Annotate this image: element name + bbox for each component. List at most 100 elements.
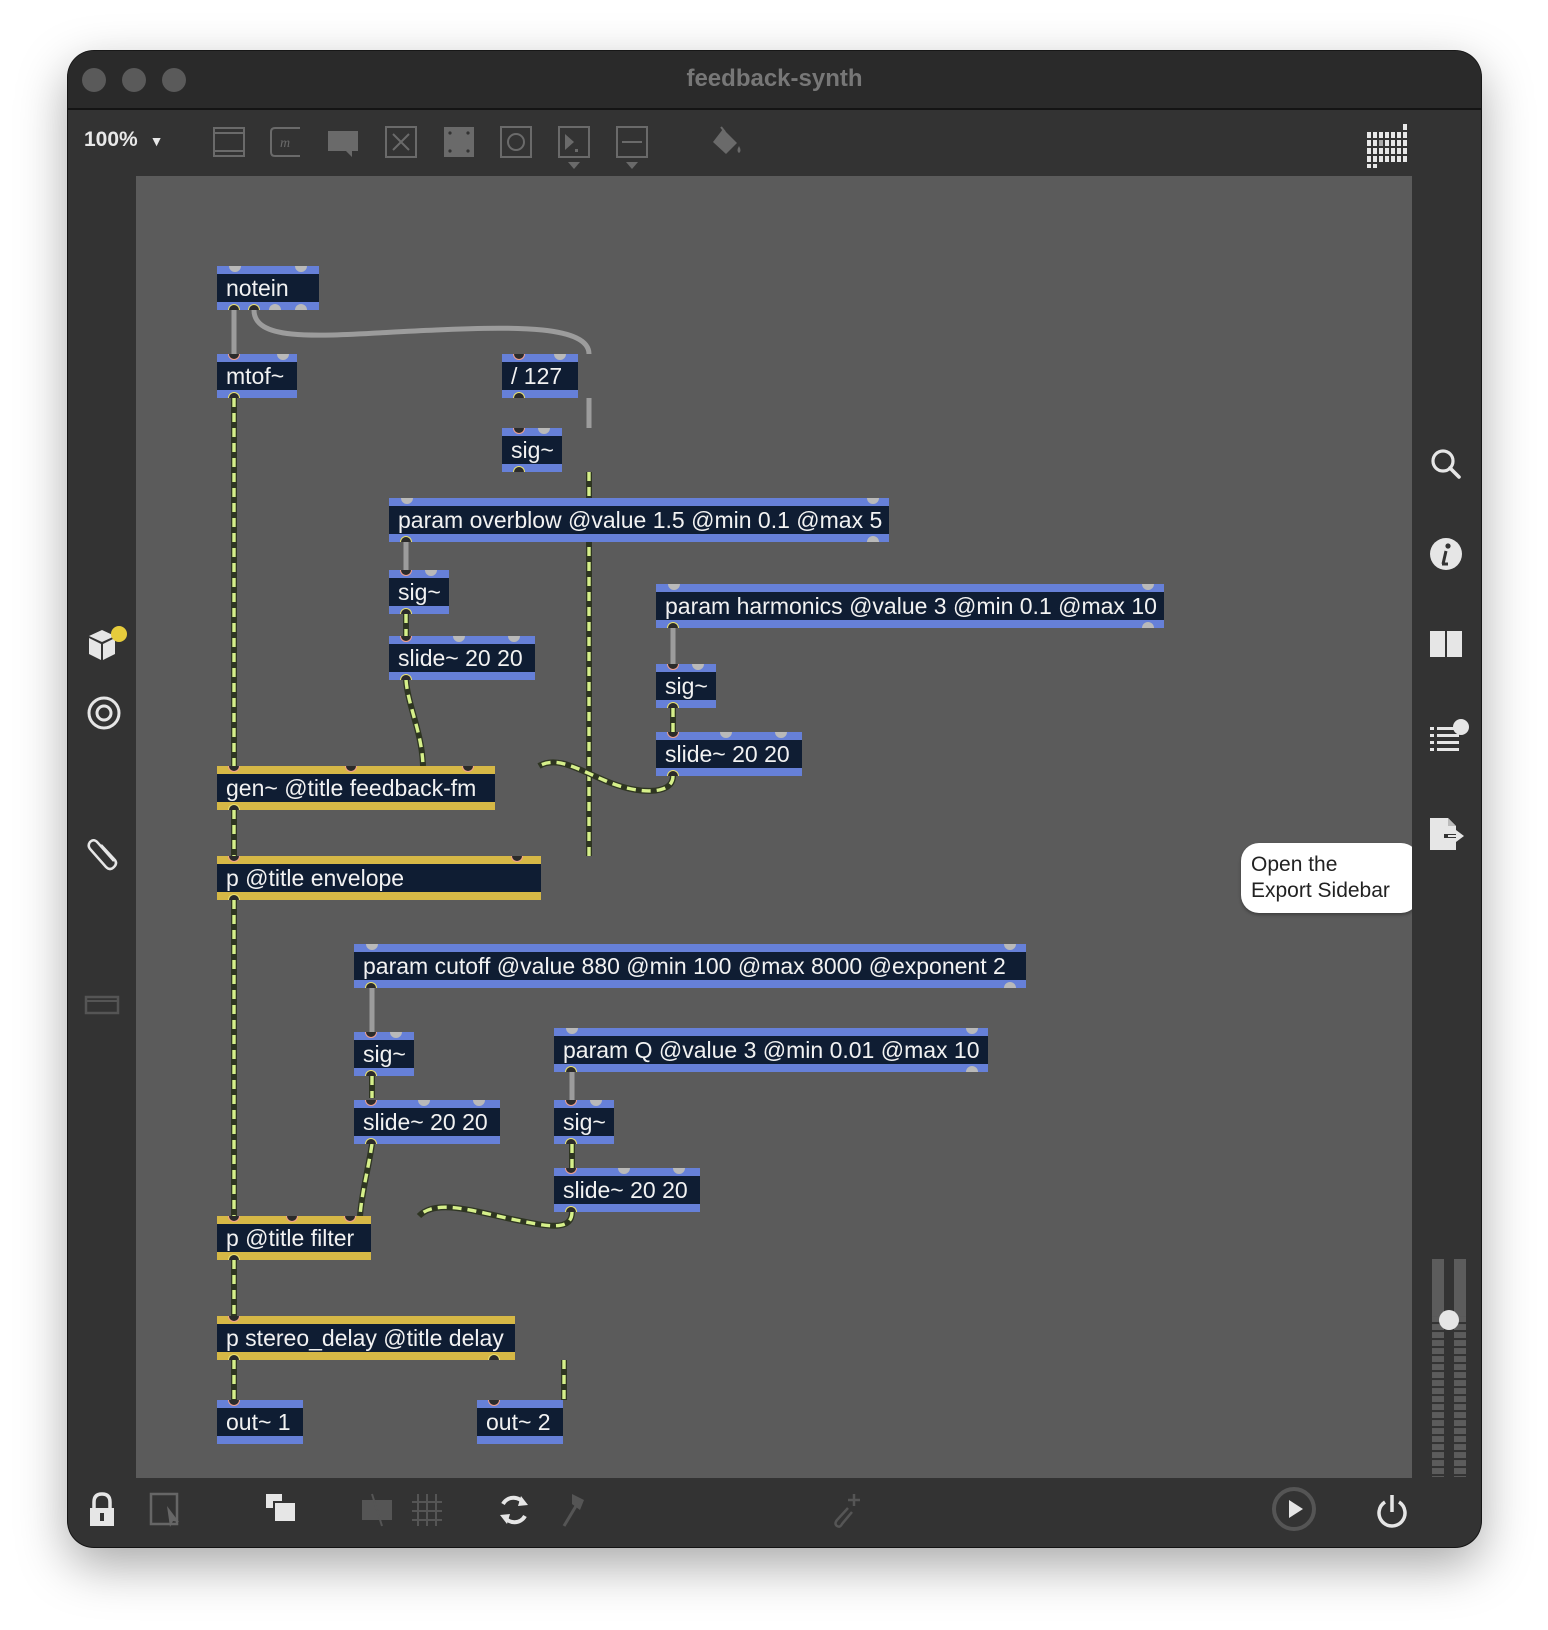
object-p-envelope[interactable]: p @title envelope [217,856,541,900]
meter-segment [1454,1404,1466,1411]
meter-segment [1432,1356,1444,1363]
comment-icon[interactable] [326,125,360,159]
search-icon[interactable] [1428,446,1464,487]
meter-segment [1432,1380,1444,1387]
notification-badge [111,626,127,642]
object-gen-feedback-fm[interactable]: gen~ @title feedback-fm [217,766,495,810]
object-sig-3[interactable]: sig~ [656,664,716,708]
meter-segment [1432,1404,1444,1411]
object-slide-4[interactable]: slide~ 20 20 [554,1168,700,1212]
meter-segment [1432,1364,1444,1371]
gain-slider-thumb [1439,1310,1459,1331]
object-param-cutoff[interactable]: param cutoff @value 880 @min 100 @max 80… [354,944,1026,988]
meter-segment [1432,1436,1444,1443]
object-param-harmonics[interactable]: param harmonics @value 3 @min 0.1 @max 1… [656,584,1164,628]
number-box-icon[interactable] [557,125,591,159]
meter-segment [1432,1332,1444,1339]
object-sig-1[interactable]: sig~ [502,428,562,472]
zoom-level-dropdown[interactable]: 100% ▼ [84,128,163,152]
object-box-icon[interactable] [212,125,246,159]
object-sig-2[interactable]: sig~ [389,570,449,614]
object-p-stereo-delay[interactable]: p stereo_delay @title delay [217,1316,515,1360]
svg-text:m: m [280,136,290,151]
hide-icon[interactable] [360,1492,396,1533]
toolbar: 100% ▼ m [68,110,1481,176]
meter-segment [1432,1444,1444,1451]
meter-segment [1432,1372,1444,1379]
meter-segment [1454,1380,1466,1387]
output-gain-slider[interactable] [1430,1259,1468,1483]
hammer-icon[interactable] [558,1492,588,1533]
slider-dropdown-caret[interactable] [626,162,638,169]
object-sig-5[interactable]: sig~ [554,1100,614,1144]
columns-icon[interactable] [1428,629,1464,664]
toggle-icon[interactable] [384,125,418,159]
meter-segment [1432,1388,1444,1395]
meter-segment [1432,1460,1444,1467]
cord-slide1-gen [404,679,425,767]
meter-segment [1454,1396,1466,1403]
add-attachment-icon[interactable] [828,1492,864,1533]
object-slide-1[interactable]: slide~ 20 20 [389,636,535,680]
package-icon[interactable] [86,626,128,671]
meter-segment [1454,1348,1466,1355]
play-icon[interactable] [1270,1484,1318,1539]
refresh-icon[interactable] [496,1492,532,1533]
meter-segment [1432,1420,1444,1427]
object-sig-4[interactable]: sig~ [354,1032,414,1076]
meter-channel-fill [1454,1259,1466,1317]
object-p-filter[interactable]: p @title filter [217,1216,371,1260]
cord-slide3-filter [358,1143,374,1217]
object-out-1[interactable]: out~ 1 [217,1400,303,1444]
patcher-canvas[interactable]: .cord-ctrl{fill:none;stroke:#9c9c9c;stro… [136,176,1412,1478]
paint-bucket-icon[interactable] [709,125,743,159]
paperclip-icon[interactable] [86,833,122,878]
lock-icon[interactable] [88,1492,116,1533]
meter-segment [1432,1468,1444,1475]
object-param-overblow[interactable]: param overblow @value 1.5 @min 0.1 @max … [389,498,889,542]
grid-icon[interactable] [410,1492,444,1533]
bottom-toolbar [68,1478,1481,1547]
button-matrix-icon[interactable] [442,125,476,159]
presentation-icon[interactable] [84,991,120,1024]
meter-segment [1432,1476,1444,1483]
meter-segment [1454,1340,1466,1347]
object-slide-2[interactable]: slide~ 20 20 [656,732,802,776]
meter-segment [1432,1396,1444,1403]
slider-icon[interactable] [615,125,649,159]
meter-segment [1454,1356,1466,1363]
info-icon[interactable] [1428,536,1464,577]
patch-cords: .cord-ctrl{fill:none;stroke:#9c9c9c;stro… [231,309,676,1400]
zoom-level-value: 100% [84,128,138,151]
power-icon[interactable] [1374,1492,1410,1533]
number-box-dropdown-caret[interactable] [568,162,580,169]
meter-segment [1454,1364,1466,1371]
object-div-127[interactable]: / 127 [502,354,578,398]
object-slide-3[interactable]: slide~ 20 20 [354,1100,500,1144]
meter-segment [1454,1436,1466,1443]
object-out-2[interactable]: out~ 2 [477,1400,563,1444]
meter-segment [1454,1468,1466,1475]
meter-segment [1454,1332,1466,1339]
object-notein[interactable]: notein [217,266,319,310]
meter-segment [1432,1412,1444,1419]
object-mtof[interactable]: mtof~ [217,354,297,398]
meter-segment [1454,1476,1466,1483]
target-icon[interactable] [86,695,122,736]
message-box-icon[interactable]: m [269,125,303,159]
button-icon[interactable] [499,125,533,159]
list-icon[interactable] [1428,719,1472,760]
patcher-grid-icon[interactable] [1367,122,1409,173]
meter-segment [1454,1412,1466,1419]
presentation-mode-icon[interactable] [149,1492,183,1533]
patcher-window: feedback-synth 100% ▼ m notein mtof~ / 1… [68,51,1481,1547]
cord-notein-div [251,309,592,355]
title-bar: feedback-synth [68,51,1481,110]
meter-channel-fill [1432,1259,1444,1317]
layers-icon[interactable] [264,1492,300,1529]
meter-segment [1432,1452,1444,1459]
export-sidebar-tooltip: Open the Export Sidebar [1241,843,1412,913]
cord-slide4-filter [417,1205,574,1228]
export-icon[interactable] [1428,816,1468,857]
object-param-q[interactable]: param Q @value 3 @min 0.01 @max 10 [554,1028,988,1072]
